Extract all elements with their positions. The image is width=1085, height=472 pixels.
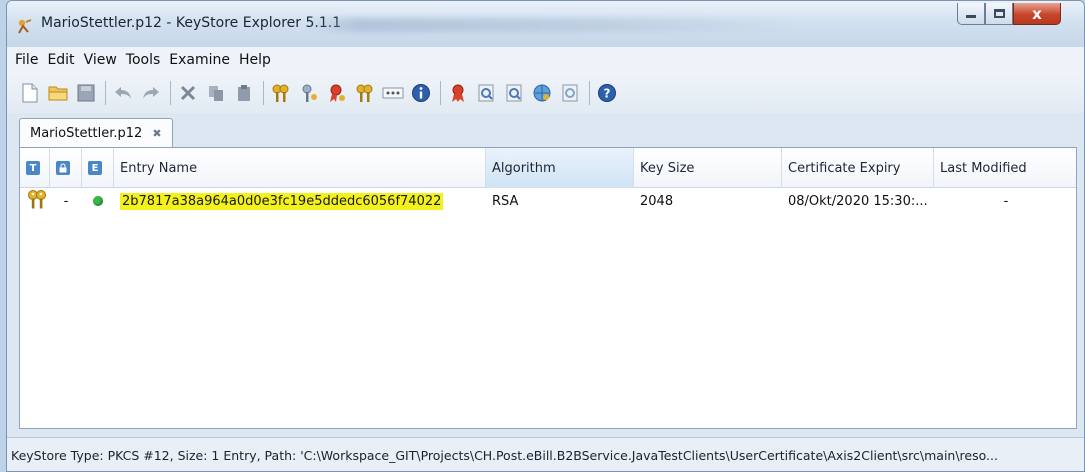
- examine-ssl-icon[interactable]: [503, 82, 525, 104]
- lock-icon: [56, 161, 70, 175]
- status-bar: KeyStore Type: PKCS #12, Size: 1 Entry, …: [7, 437, 1084, 471]
- table-header: T E Entry Name Algorithm Key Size Certif…: [20, 148, 1076, 188]
- paste-icon[interactable]: [233, 82, 255, 104]
- column-header-entry-name[interactable]: Entry Name: [114, 148, 486, 188]
- title-bar-blur: [307, 18, 807, 32]
- generate-secret-key-icon[interactable]: [298, 82, 320, 104]
- menu-file[interactable]: File: [15, 52, 38, 68]
- toolbar-separator: [440, 81, 441, 105]
- tab-keystore[interactable]: MarioStettler.p12 ✖: [19, 118, 173, 147]
- close-button[interactable]: x: [1013, 3, 1061, 25]
- close-icon: x: [1032, 4, 1042, 23]
- row-algorithm-cell: RSA: [492, 193, 519, 209]
- row-certificate-expiry-cell: 08/Okt/2020 15:30:...: [788, 193, 928, 209]
- toolbar-separator: [105, 81, 106, 105]
- column-header-key-size[interactable]: Key Size: [634, 148, 782, 188]
- row-type-cell: [20, 188, 50, 214]
- import-keypair-icon[interactable]: [354, 82, 376, 104]
- new-file-icon[interactable]: [19, 82, 41, 104]
- svg-text:?: ?: [604, 87, 611, 101]
- keystore-explorer-logo-icon: [15, 17, 33, 35]
- row-expiry-status-cell: [82, 188, 114, 214]
- row-last-modified-cell: -: [1003, 193, 1009, 209]
- help-icon[interactable]: ?: [596, 82, 618, 104]
- properties-icon[interactable]: [410, 82, 432, 104]
- title-bar[interactable]: MarioStettler.p12 - KeyStore Explorer 5.…: [7, 1, 1084, 47]
- column-header-certificate-expiry[interactable]: Certificate Expiry: [782, 148, 934, 188]
- column-header-algorithm[interactable]: Algorithm: [486, 148, 634, 188]
- type-column-icon: T: [26, 161, 40, 175]
- open-folder-icon[interactable]: [47, 82, 69, 104]
- copy-icon[interactable]: [205, 82, 227, 104]
- key-pair-icon: [26, 189, 48, 213]
- table-row[interactable]: - 2b7817a38a964a0d0e3fc19e5ddedc6056f740…: [20, 188, 1076, 214]
- toolbar-separator: [589, 81, 590, 105]
- import-trusted-cert-icon[interactable]: [326, 82, 348, 104]
- redo-icon[interactable]: [140, 82, 162, 104]
- keystore-table: T E Entry Name Algorithm Key Size Certif…: [19, 147, 1077, 429]
- row-entry-name-cell: 2b7817a38a964a0d0e3fc19e5ddedc6056f74022: [114, 188, 486, 214]
- expiry-column-icon: E: [88, 161, 102, 175]
- row-lock-cell: -: [63, 193, 69, 209]
- examine-crl-icon[interactable]: [531, 82, 553, 104]
- menu-edit[interactable]: Edit: [47, 52, 74, 68]
- examine-clipboard-icon[interactable]: [475, 82, 497, 104]
- column-header-type[interactable]: T: [20, 148, 50, 188]
- menu-view[interactable]: View: [84, 52, 117, 68]
- column-header-lock[interactable]: [50, 148, 82, 188]
- status-text: KeyStore Type: PKCS #12, Size: 1 Entry, …: [11, 448, 998, 463]
- maximize-icon: [993, 9, 1005, 18]
- cut-icon[interactable]: [177, 82, 199, 104]
- undo-icon[interactable]: [112, 82, 134, 104]
- column-header-expiry[interactable]: E: [82, 148, 114, 188]
- menu-bar: File Edit View Tools Examine Help: [7, 47, 1084, 73]
- menu-tools[interactable]: Tools: [126, 52, 161, 68]
- window-title: MarioStettler.p12 - KeyStore Explorer 5.…: [41, 15, 342, 31]
- toolbar: ?: [7, 73, 1084, 113]
- tab-strip: MarioStettler.p12 ✖: [7, 113, 1084, 147]
- tab-close-icon[interactable]: ✖: [152, 127, 161, 140]
- tab-label: MarioStettler.p12: [30, 125, 143, 141]
- toolbar-separator: [170, 81, 171, 105]
- examine-file-icon[interactable]: [447, 82, 469, 104]
- set-password-icon[interactable]: [382, 82, 404, 104]
- menu-help[interactable]: Help: [239, 52, 271, 68]
- minimize-icon: [966, 15, 976, 18]
- maximize-button[interactable]: [985, 3, 1013, 25]
- minimize-button[interactable]: [957, 3, 985, 25]
- menu-examine[interactable]: Examine: [169, 52, 230, 68]
- column-header-last-modified[interactable]: Last Modified: [934, 148, 1078, 188]
- row-key-size-cell: 2048: [640, 193, 674, 209]
- generate-keypair-icon[interactable]: [270, 82, 292, 104]
- examine-csr-icon[interactable]: [559, 82, 581, 104]
- app-window: MarioStettler.p12 - KeyStore Explorer 5.…: [6, 0, 1085, 472]
- toolbar-separator: [263, 81, 264, 105]
- save-icon[interactable]: [75, 82, 97, 104]
- expiry-status-icon: [93, 196, 103, 206]
- entry-name: 2b7817a38a964a0d0e3fc19e5ddedc6056f74022: [120, 192, 444, 210]
